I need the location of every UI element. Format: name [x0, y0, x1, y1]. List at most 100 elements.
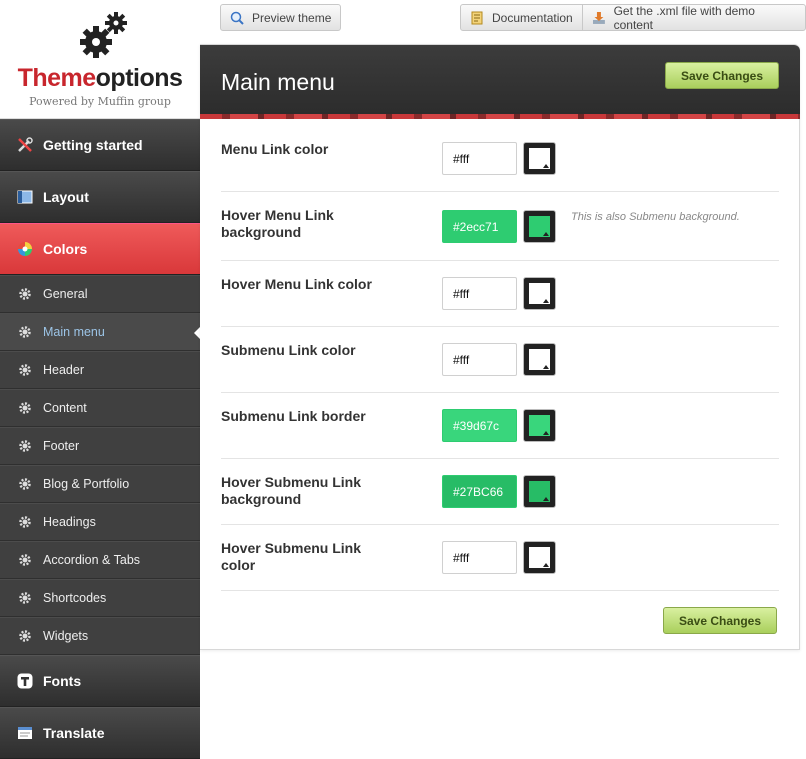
- download-icon: [592, 11, 605, 24]
- swatch-fill: [529, 415, 550, 436]
- sidebar-sub-label: Footer: [43, 439, 80, 453]
- field-row-menu-link-color: Menu Link color #fff: [221, 123, 779, 192]
- swatch-fill: [529, 547, 550, 568]
- color-input[interactable]: #fff: [442, 277, 517, 310]
- sidebar-item-label: Fonts: [43, 673, 82, 689]
- logo-title-red: Theme: [17, 64, 97, 92]
- sidebar-sub-blog-portfolio[interactable]: Blog & Portfolio: [0, 465, 200, 503]
- color-input[interactable]: #27BC66: [442, 475, 517, 508]
- gear-icon: [18, 591, 32, 605]
- gear-icon: [18, 439, 32, 453]
- sidebar-sub-label: Blog & Portfolio: [43, 477, 130, 491]
- color-picker-swatch[interactable]: [523, 475, 556, 508]
- color-input[interactable]: #fff: [442, 541, 517, 574]
- sidebar-item-translate[interactable]: Translate: [0, 707, 200, 759]
- sidebar-item-label: Colors: [43, 241, 88, 257]
- font-icon: [17, 673, 33, 689]
- sidebar-sub-widgets[interactable]: Widgets: [0, 617, 200, 655]
- layout-icon: [17, 190, 33, 204]
- gear-icon: [18, 401, 32, 415]
- field-row-hover-submenu-link-color: Hover Submenu Link color #fff: [221, 525, 779, 591]
- sidebar-item-label: Layout: [43, 189, 89, 205]
- sidebar-sub-header[interactable]: Header: [0, 351, 200, 389]
- gear-icon: [18, 629, 32, 643]
- preview-theme-button[interactable]: Preview theme: [220, 4, 342, 31]
- color-input[interactable]: #39d67c: [442, 409, 517, 442]
- sidebar-item-getting-started[interactable]: Getting started: [0, 119, 200, 171]
- sidebar-sub-shortcodes[interactable]: Shortcodes: [0, 579, 200, 617]
- document-icon: [471, 11, 483, 24]
- field-label: Menu Link color: [221, 141, 329, 157]
- sidebar-item-label: Getting started: [43, 137, 143, 153]
- save-changes-button-bottom[interactable]: Save Changes: [663, 607, 777, 634]
- get-xml-label: Get the .xml file with demo content: [613, 3, 755, 32]
- field-row-hover-menu-link-color: Hover Menu Link color #fff: [221, 261, 779, 327]
- field-label: Hover Submenu Link color: [221, 540, 362, 573]
- field-label: Submenu Link border: [221, 408, 366, 424]
- gear-icon: [18, 363, 32, 377]
- swatch-fill: [529, 148, 550, 169]
- save-changes-button-top[interactable]: Save Changes: [665, 62, 779, 89]
- tools-icon: [18, 137, 33, 152]
- logo-subtitle: Powered by Muffin group: [29, 95, 171, 108]
- color-picker-swatch[interactable]: [523, 409, 556, 442]
- color-wheel-icon: [18, 242, 32, 256]
- logo-title: Themeoptions: [0, 64, 200, 93]
- sidebar-item-fonts[interactable]: Fonts: [0, 655, 200, 707]
- sidebar: Themeoptions Powered by Muffin group Get…: [0, 0, 201, 759]
- sidebar-sub-footer[interactable]: Footer: [0, 427, 200, 465]
- sidebar-item-label: Translate: [43, 725, 105, 741]
- color-picker-swatch[interactable]: [523, 343, 556, 376]
- swatch-fill: [529, 283, 550, 304]
- logo-title-dark: options: [95, 64, 183, 92]
- color-input[interactable]: #fff: [442, 142, 517, 175]
- swatch-fill: [529, 481, 550, 502]
- field-label: Hover Submenu Link background: [221, 474, 362, 507]
- header-stripe: [200, 114, 800, 119]
- main-panel: Main menu Save Changes Menu Link color #…: [200, 44, 800, 650]
- gear-icon: [18, 325, 32, 339]
- sidebar-sub-content[interactable]: Content: [0, 389, 200, 427]
- sidebar-item-layout[interactable]: Layout: [0, 171, 200, 223]
- sidebar-nav: Getting started Layout Colors General Ma…: [0, 119, 201, 759]
- translate-icon: [18, 727, 32, 739]
- color-picker-swatch[interactable]: [523, 541, 556, 574]
- gear-icon: [18, 515, 32, 529]
- gear-icon: [18, 553, 32, 567]
- color-input[interactable]: #2ecc71: [442, 210, 517, 243]
- sidebar-sub-label: Header: [43, 363, 84, 377]
- color-picker-swatch[interactable]: [523, 277, 556, 310]
- swatch-fill: [529, 216, 550, 237]
- color-picker-swatch[interactable]: [523, 142, 556, 175]
- preview-theme-label: Preview theme: [252, 10, 332, 25]
- field-row-hover-submenu-link-background: Hover Submenu Link background #27BC66: [221, 459, 779, 525]
- sidebar-sub-label: Main menu: [43, 325, 105, 339]
- sidebar-sub-general[interactable]: General: [0, 275, 200, 313]
- gear-icon: [18, 287, 32, 301]
- sidebar-sub-headings[interactable]: Headings: [0, 503, 200, 541]
- magnifier-icon: [230, 11, 244, 25]
- field-label: Hover Menu Link background: [221, 207, 334, 240]
- field-label: Hover Menu Link color: [221, 276, 372, 292]
- documentation-button[interactable]: Documentation: [461, 5, 582, 30]
- logo: Themeoptions Powered by Muffin group: [0, 0, 200, 119]
- field-row-submenu-link-border: Submenu Link border #39d67c: [221, 393, 779, 459]
- top-button-group: Documentation Get the .xml file with dem…: [460, 3, 806, 32]
- color-picker-swatch[interactable]: [523, 210, 556, 243]
- sidebar-sub-label: Widgets: [43, 629, 89, 643]
- sidebar-sub-label: Headings: [43, 515, 96, 529]
- sidebar-sub-label: General: [43, 287, 88, 301]
- sidebar-sub-label: Shortcodes: [43, 591, 107, 605]
- get-xml-button[interactable]: Get the .xml file with demo content: [581, 3, 805, 32]
- sidebar-sub-accordion-tabs[interactable]: Accordion & Tabs: [0, 541, 200, 579]
- field-note: This is also Submenu background.: [571, 211, 740, 223]
- sidebar-item-colors[interactable]: Colors: [0, 223, 200, 275]
- panel-header: Main menu Save Changes: [200, 45, 800, 119]
- documentation-label: Documentation: [492, 10, 573, 25]
- sidebar-sub-main-menu[interactable]: Main menu: [0, 313, 201, 351]
- field-label: Submenu Link color: [221, 342, 356, 358]
- color-input[interactable]: #fff: [442, 343, 517, 376]
- field-row-hover-menu-link-background: Hover Menu Link background #2ecc71 This …: [221, 192, 779, 261]
- field-row-submenu-link-color: Submenu Link color #fff: [221, 327, 779, 393]
- page-title: Main menu: [221, 69, 335, 95]
